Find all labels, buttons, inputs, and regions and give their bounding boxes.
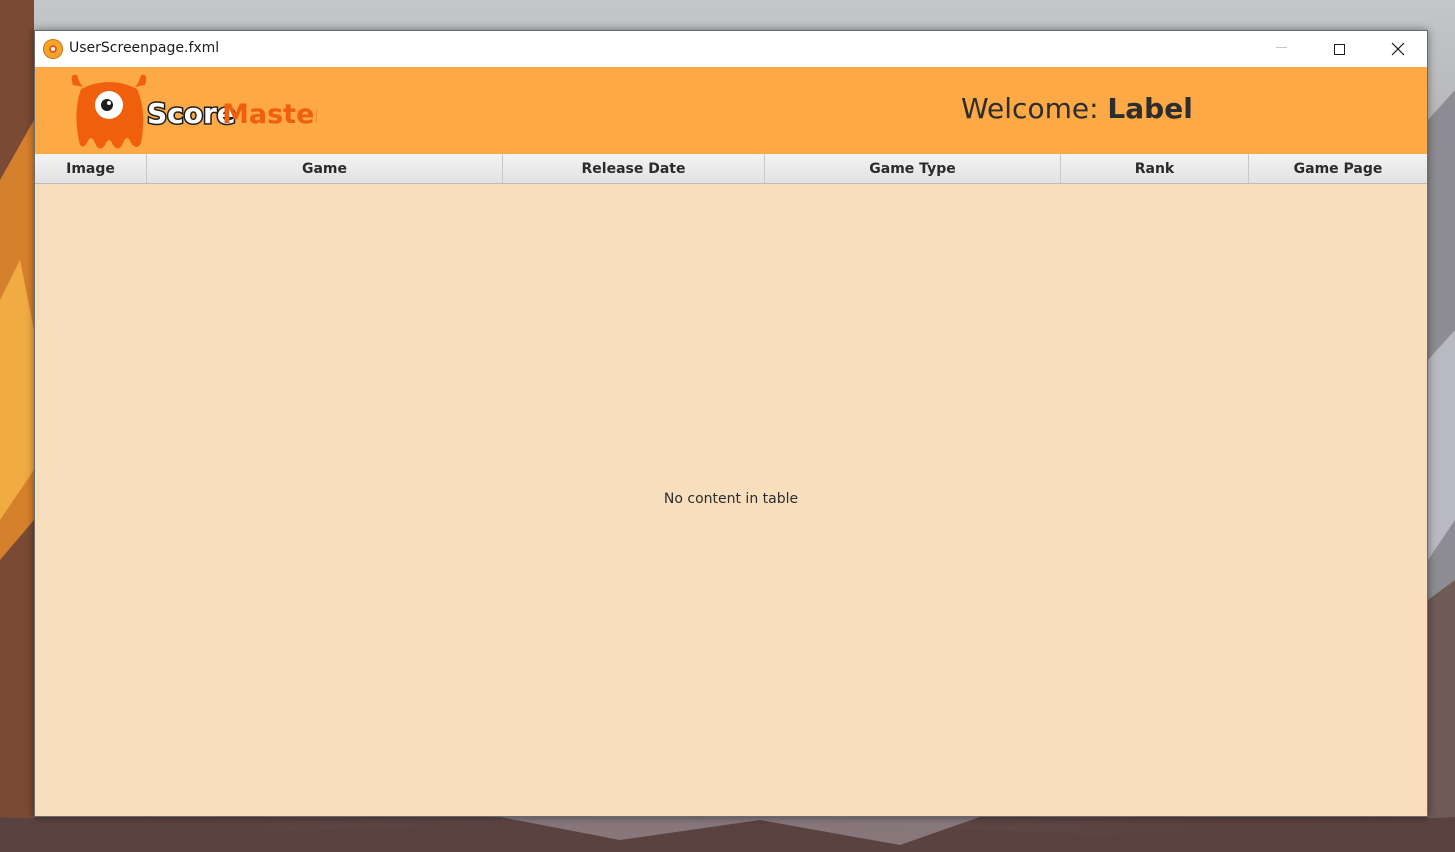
column-header-game-type[interactable]: Game Type [765, 154, 1061, 183]
column-header-release-date[interactable]: Release Date [503, 154, 765, 183]
close-button[interactable] [1369, 31, 1427, 67]
window-title: UserScreenpage.fxml [69, 40, 220, 56]
maximize-icon [1333, 43, 1345, 55]
monster-mascot-icon: Score Master [71, 74, 328, 149]
close-icon [1391, 42, 1405, 56]
scoremaster-logo: Score Master [67, 71, 328, 153]
app-header: Score Master Welcome: Label [35, 67, 1427, 154]
column-header-game[interactable]: Game [147, 154, 503, 183]
welcome-label: Welcome: Label [961, 92, 1193, 125]
column-header-game-page[interactable]: Game Page [1249, 154, 1427, 183]
column-header-image[interactable]: Image [35, 154, 147, 183]
minimize-button[interactable] [1252, 31, 1310, 67]
app-icon[interactable] [43, 39, 63, 59]
maximize-button[interactable] [1310, 31, 1368, 67]
table-empty-message: No content in table [663, 491, 799, 507]
games-table[interactable]: Image Game Release Date Game Type Rank G… [35, 154, 1427, 816]
welcome-username: Label [1107, 92, 1193, 125]
logo-text-master: Master [222, 99, 317, 130]
title-bar[interactable]: UserScreenpage.fxml [35, 31, 1427, 67]
app-window: UserScreenpage.fxml Score Maste Welcome:… [34, 30, 1428, 817]
column-header-rank[interactable]: Rank [1061, 154, 1249, 183]
table-header: Image Game Release Date Game Type Rank G… [35, 154, 1427, 184]
welcome-prefix: Welcome: [961, 92, 1099, 125]
minimize-icon [1275, 46, 1287, 48]
